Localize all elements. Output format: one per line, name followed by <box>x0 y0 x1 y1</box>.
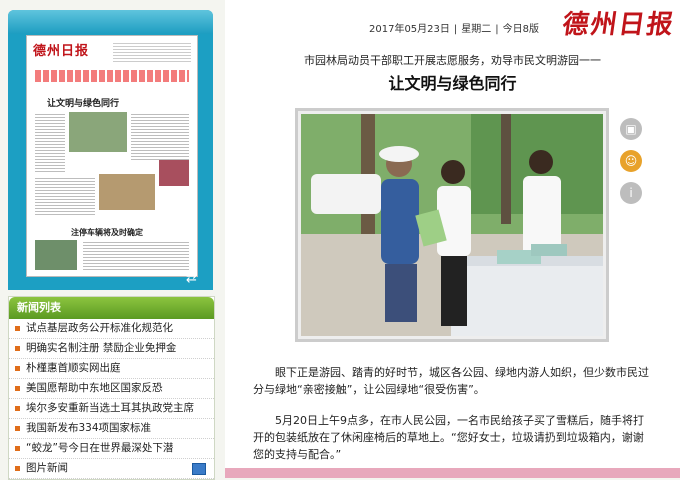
news-link[interactable]: 明确实名制注册 禁励企业免押金 <box>26 342 176 354</box>
thumbnail-header <box>8 10 213 34</box>
weekday-text: 星期二 <box>461 24 492 35</box>
article-content: 市园林局动员干部职工开展志愿服务，劝导市民文明游园一一 让文明与绿色同行 ▣ ☺… <box>225 44 680 478</box>
news-link[interactable]: 我国新发布334项国家标准 <box>26 422 151 434</box>
info-icon[interactable]: i <box>620 182 642 204</box>
news-list-title: 新闻列表 <box>9 297 214 319</box>
thumbnail-photo <box>69 112 127 152</box>
thumbnail-text-column <box>83 240 189 270</box>
bullet-icon <box>15 405 20 411</box>
top-bar: 2017年05月23日 | 星期二 | 今日8版 德州日报 <box>225 0 680 45</box>
date-text: 2017年05月23日 <box>369 24 450 35</box>
article-body: 眼下正是游园、踏青的好时节，城区各公园、绿地内游人如织，但少数市民过分与绿地“亲… <box>253 364 653 477</box>
page-thumbnail-panel: 德州日报 让文明与绿色同行 注停车辆将及时确定 ⇄ <box>8 10 213 290</box>
thumbnail-photo <box>35 240 77 270</box>
list-item[interactable]: 试点基层政务公开标准化规范化 <box>9 319 214 339</box>
left-column: 德州日报 让文明与绿色同行 注停车辆将及时确定 ⇄ 新闻列表 试点基层政务公开标… <box>8 10 215 480</box>
bottom-strip <box>225 468 680 478</box>
bullet-icon <box>15 325 20 331</box>
bullet-icon <box>15 465 20 471</box>
thumbnail-text-column <box>131 112 189 162</box>
thumbnail-headline[interactable]: 让文明与绿色同行 <box>47 96 119 109</box>
news-link[interactable]: 试点基层政务公开标准化规范化 <box>26 322 173 334</box>
thumbnail-photo <box>159 160 189 186</box>
side-tools: ▣ ☺ i <box>620 118 646 214</box>
date-bar: 2017年05月23日 | 星期二 | 今日8版 <box>369 24 540 35</box>
thumbnail-logo: 德州日报 <box>33 44 90 59</box>
thumbnail-banner <box>35 70 189 82</box>
newspaper-page-thumbnail[interactable]: 德州日报 让文明与绿色同行 注停车辆将及时确定 <box>26 35 198 277</box>
thumbnail-text-column <box>35 112 65 172</box>
list-item[interactable]: 朴槿惠首顺实网出庭 <box>9 359 214 379</box>
news-link[interactable]: 美国愿帮助中东地区国家反恐 <box>26 382 163 394</box>
article-photo-frame <box>295 108 609 342</box>
list-item[interactable]: 我国新发布334项国家标准 <box>9 419 214 439</box>
list-item[interactable]: 埃尔多安重新当选土耳其执政党主席 <box>9 399 214 419</box>
article-subtitle: 市园林局动员干部职工开展志愿服务，劝导市民文明游园一一 <box>304 54 601 67</box>
news-link[interactable]: “蛟龙”号今日在世界最深处下潜 <box>26 442 173 454</box>
article-title: 让文明与绿色同行 <box>388 74 517 93</box>
article-paragraph: 眼下正是游园、踏青的好时节，城区各公园、绿地内游人如织，但少数市民过分与绿地“亲… <box>253 366 649 396</box>
thumbnail-text-column <box>35 176 95 216</box>
news-link[interactable]: 朴槿惠首顺实网出庭 <box>26 362 121 374</box>
bullet-icon <box>15 445 20 451</box>
list-item[interactable]: “蛟龙”号今日在世界最深处下潜 <box>9 439 214 459</box>
article-paragraph: 5月20日上午9点多，在市人民公园，一名市民给孩子买了雪糕后，随手将打开的包装纸… <box>253 414 644 461</box>
bullet-icon <box>15 385 20 391</box>
camera-icon[interactable]: ▣ <box>620 118 642 140</box>
news-link[interactable]: 埃尔多安重新当选土耳其执政党主席 <box>26 402 194 414</box>
thumbnail-masthead-text <box>113 41 191 63</box>
bullet-icon <box>15 425 20 431</box>
thumbnail-photo <box>99 174 155 210</box>
list-item[interactable]: 美国愿帮助中东地区国家反恐 <box>9 379 214 399</box>
refresh-icon[interactable]: ⇄ <box>186 272 202 286</box>
picture-icon[interactable] <box>192 463 206 475</box>
site-logo[interactable]: 德州日报 <box>560 4 677 41</box>
person-icon[interactable]: ☺ <box>620 150 642 172</box>
bullet-icon <box>15 345 20 351</box>
list-item[interactable]: 图片新闻 <box>9 459 214 479</box>
news-list-panel: 新闻列表 试点基层政务公开标准化规范化 明确实名制注册 禁励企业免押金 朴槿惠首… <box>8 296 215 480</box>
volunteers-photo-illustration <box>301 114 603 336</box>
list-item[interactable]: 明确实名制注册 禁励企业免押金 <box>9 339 214 359</box>
bullet-icon <box>15 365 20 371</box>
article-photo[interactable] <box>301 114 603 336</box>
edition-link[interactable]: 今日8版 <box>503 24 539 35</box>
news-list: 试点基层政务公开标准化规范化 明确实名制注册 禁励企业免押金 朴槿惠首顺实网出庭… <box>9 319 214 479</box>
thumbnail-headline-2[interactable]: 注停车辆将及时确定 <box>71 227 143 238</box>
news-link[interactable]: 图片新闻 <box>26 462 68 474</box>
